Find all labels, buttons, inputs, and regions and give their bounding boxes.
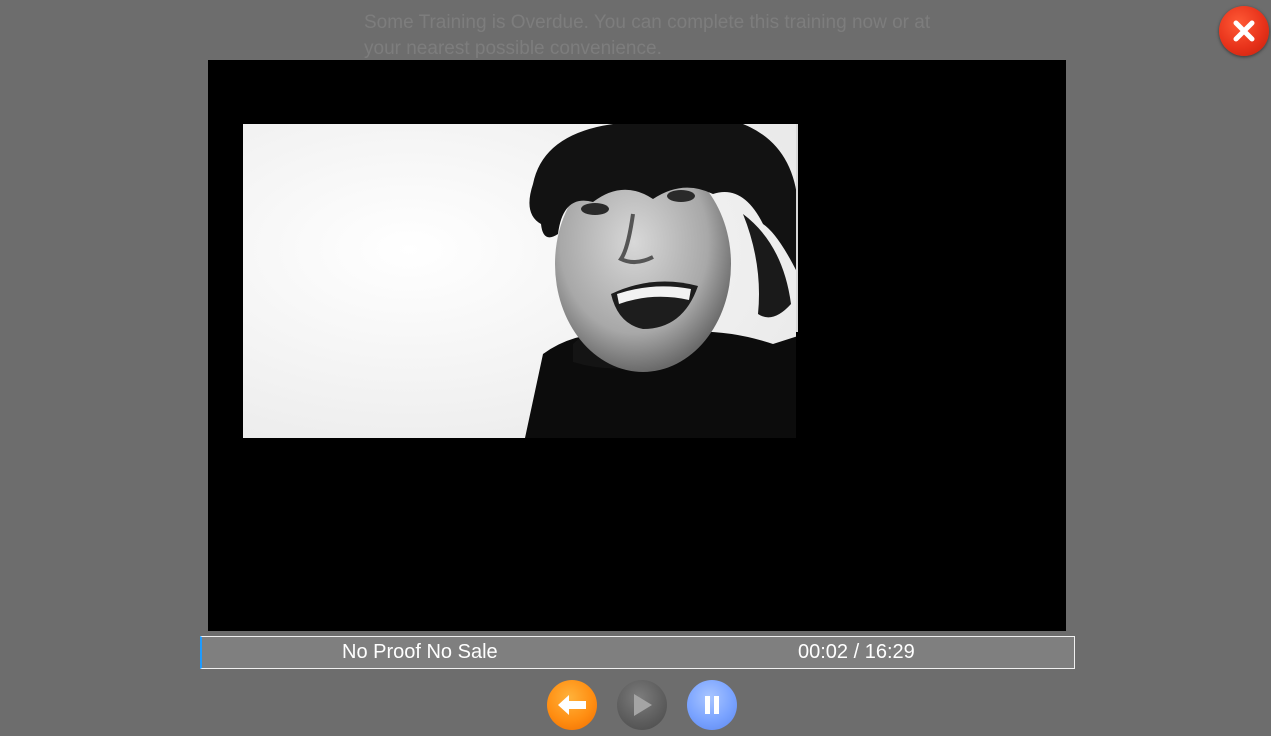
media-info-bar: No Proof No Sale 00:02 / 16:29 (200, 636, 1075, 669)
pause-button[interactable] (687, 680, 737, 730)
back-arrow-icon (558, 695, 586, 715)
overdue-notice: Some Training is Overdue. You can comple… (364, 12, 931, 59)
close-button[interactable] (1219, 6, 1269, 56)
close-icon (1233, 20, 1255, 42)
play-button[interactable] (617, 680, 667, 730)
pause-icon (705, 696, 719, 714)
video-player[interactable] (208, 60, 1066, 631)
playback-time: 00:02 / 16:29 (798, 641, 915, 663)
back-button[interactable] (547, 680, 597, 730)
video-title: No Proof No Sale (342, 641, 498, 663)
play-icon (634, 694, 652, 716)
video-frame-image (243, 124, 798, 438)
